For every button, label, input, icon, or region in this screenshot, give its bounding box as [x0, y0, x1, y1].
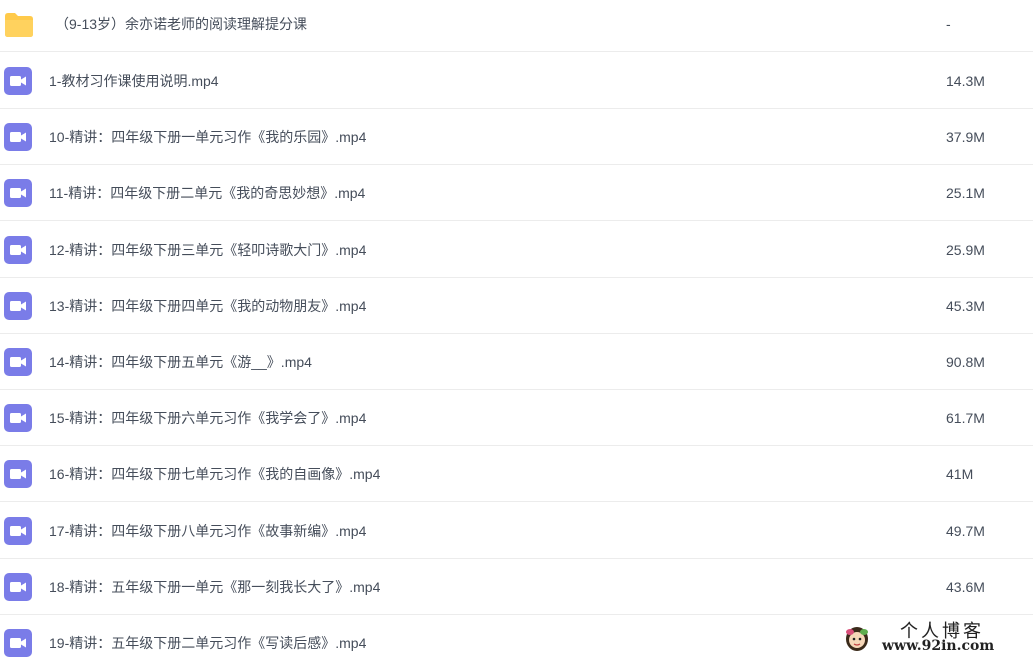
file-row[interactable]: 12-精讲：四年级下册三单元《轻叩诗歌大门》.mp4 25.9M — [0, 222, 1033, 278]
file-name[interactable]: 17-精讲：四年级下册八单元习作《故事新编》.mp4 — [49, 503, 366, 559]
file-size: 14.3M — [946, 73, 985, 89]
watermark-url: www.92in.com — [882, 638, 995, 654]
video-file-icon — [4, 460, 32, 488]
file-name[interactable]: 14-精讲：四年级下册五单元《游__》.mp4 — [49, 334, 312, 390]
file-row[interactable]: 14-精讲：四年级下册五单元《游__》.mp4 90.8M — [0, 334, 1033, 390]
file-row[interactable]: 15-精讲：四年级下册六单元习作《我学会了》.mp4 61.7M — [0, 390, 1033, 446]
file-row[interactable]: 1-教材习作课使用说明.mp4 14.3M — [0, 53, 1033, 109]
video-file-icon — [4, 292, 32, 320]
file-name[interactable]: 15-精讲：四年级下册六单元习作《我学会了》.mp4 — [49, 390, 366, 446]
file-row[interactable]: 16-精讲：四年级下册七单元习作《我的自画像》.mp4 41M — [0, 446, 1033, 502]
video-file-icon — [4, 573, 32, 601]
file-list: （9-13岁）余亦诺老师的阅读理解提分课 - 1-教材习作课使用说明.mp4 14… — [0, 0, 1033, 659]
file-name[interactable]: 19-精讲：五年级下册二单元习作《写读后感》.mp4 — [49, 615, 366, 659]
file-row[interactable]: 11-精讲：四年级下册二单元《我的奇思妙想》.mp4 25.1M — [0, 165, 1033, 221]
file-size: 45.3M — [946, 298, 985, 314]
file-name[interactable]: 1-教材习作课使用说明.mp4 — [49, 53, 219, 109]
file-row[interactable]: 10-精讲：四年级下册一单元习作《我的乐园》.mp4 37.9M — [0, 109, 1033, 165]
file-size: 41M — [946, 466, 974, 482]
file-size: 25.1M — [946, 185, 985, 201]
folder-name[interactable]: （9-13岁）余亦诺老师的阅读理解提分课 — [55, 0, 307, 52]
cartoon-avatar-icon — [842, 621, 872, 653]
video-file-icon — [4, 404, 32, 432]
video-file-icon — [4, 517, 32, 545]
file-row[interactable]: 13-精讲：四年级下册四单元《我的动物朋友》.mp4 45.3M — [0, 278, 1033, 334]
file-name[interactable]: 11-精讲：四年级下册二单元《我的奇思妙想》.mp4 — [49, 165, 365, 221]
file-name[interactable]: 18-精讲：五年级下册一单元《那一刻我长大了》.mp4 — [49, 559, 380, 615]
video-file-icon — [4, 67, 32, 95]
video-file-icon — [4, 629, 32, 657]
file-size: 25.9M — [946, 242, 985, 258]
file-size: 90.8M — [946, 354, 985, 370]
file-size: 37.9M — [946, 129, 985, 145]
folder-icon — [4, 10, 33, 38]
file-size: 49.7M — [946, 523, 985, 539]
file-name[interactable]: 16-精讲：四年级下册七单元习作《我的自画像》.mp4 — [49, 446, 380, 502]
file-name[interactable]: 12-精讲：四年级下册三单元《轻叩诗歌大门》.mp4 — [49, 222, 366, 278]
file-size: 61.7M — [946, 410, 985, 426]
folder-row[interactable]: （9-13岁）余亦诺老师的阅读理解提分课 - — [0, 0, 1033, 52]
video-file-icon — [4, 123, 32, 151]
file-row[interactable]: 17-精讲：四年级下册八单元习作《故事新编》.mp4 49.7M — [0, 503, 1033, 559]
file-size: 43.6M — [946, 579, 985, 595]
file-name[interactable]: 10-精讲：四年级下册一单元习作《我的乐园》.mp4 — [49, 109, 366, 165]
file-name[interactable]: 13-精讲：四年级下册四单元《我的动物朋友》.mp4 — [49, 278, 366, 334]
watermark: 个人博客 www.92in.com — [838, 617, 1028, 657]
folder-size: - — [946, 16, 951, 32]
file-row[interactable]: 18-精讲：五年级下册一单元《那一刻我长大了》.mp4 43.6M — [0, 559, 1033, 615]
video-file-icon — [4, 179, 32, 207]
video-file-icon — [4, 236, 32, 264]
video-file-icon — [4, 348, 32, 376]
